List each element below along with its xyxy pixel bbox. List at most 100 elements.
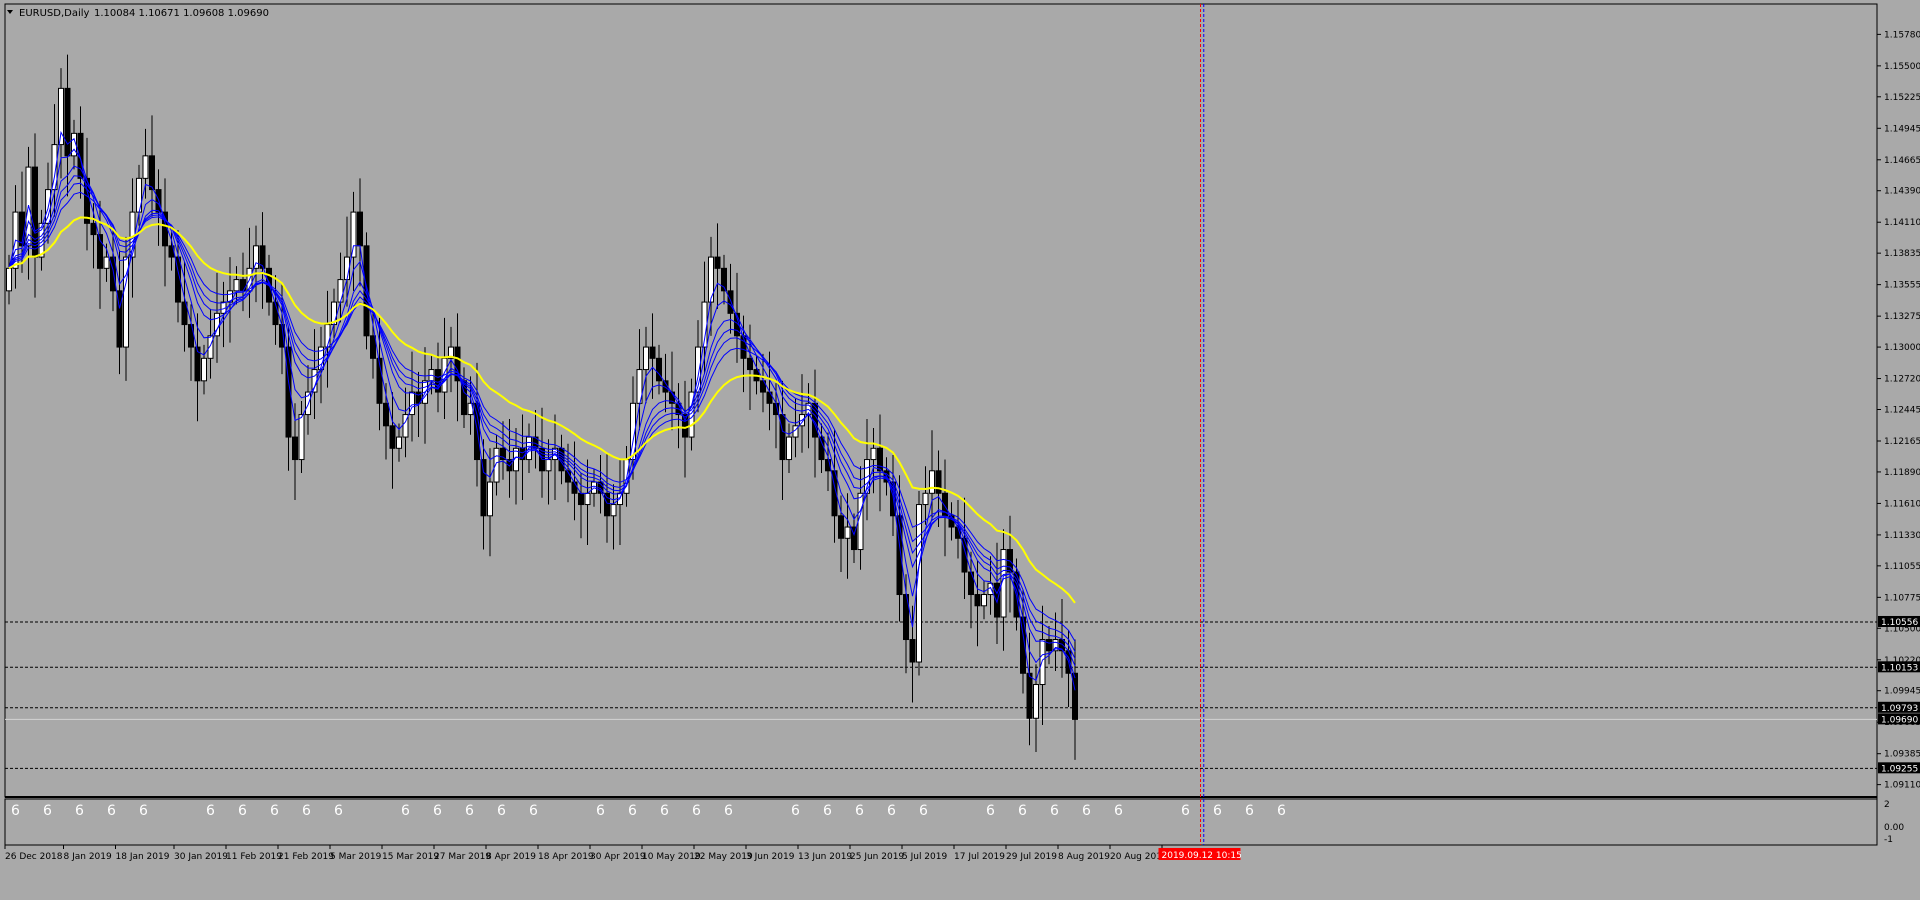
candle-body: [370, 335, 376, 359]
time-axis: 26 Dec 2018 8 Jan 2019 18 Jan 2019 30 Jan 2…: [4, 845, 1188, 862]
subwindow-label: 6: [791, 803, 800, 819]
candle-body: [779, 414, 786, 461]
candle-body: [1046, 639, 1052, 652]
candle-body: [818, 436, 825, 461]
subwindow-label: 6: [692, 803, 701, 819]
price-tick-label: 1.11890: [1884, 468, 1920, 478]
price-tag-label: 1.09793: [1881, 704, 1918, 714]
time-tick-label: 8 Apr 2019: [486, 852, 536, 862]
candle-body: [656, 357, 662, 382]
subwindow-label: 6: [855, 803, 864, 819]
time-tick-label: 3 Jun 2019: [746, 852, 795, 862]
time-tick-label: 25 Jun 2019: [850, 852, 904, 862]
subwindow-label: 6: [1245, 803, 1254, 819]
price-tag-label: 1.09255: [1881, 764, 1918, 774]
time-tick-label: 5 Jul 2019: [902, 852, 947, 862]
candle-body: [129, 211, 136, 258]
candle-body: [649, 346, 656, 359]
candle-body: [727, 290, 734, 314]
subwindow-tick-label: 0.00: [1884, 823, 1904, 833]
price-tick-label: 1.12165: [1884, 437, 1920, 447]
subwindow-label: 6: [1213, 803, 1222, 819]
price-tag-label: 1.10153: [1881, 663, 1918, 673]
subwindow-label: 6: [660, 803, 669, 819]
time-tick-label: 10 May 2019: [642, 852, 701, 862]
candle-body: [480, 459, 487, 517]
candle-body: [974, 594, 981, 607]
subwindow-label: 6: [1114, 803, 1123, 819]
candle-body: [298, 414, 305, 461]
subwindow-label: 6: [465, 803, 474, 819]
time-tag-label: 2019.09.12 10:15: [1162, 851, 1242, 861]
subwindow-label: 6: [75, 803, 84, 819]
candle-body: [571, 481, 578, 494]
subwindow-label: 6: [270, 803, 279, 819]
time-tick-label: 21 Feb 2019: [278, 852, 334, 862]
time-tick-label: 27 Mar 2019: [434, 852, 491, 862]
subwindow-label: 6: [43, 803, 52, 819]
candle-body: [350, 211, 357, 258]
candle-body: [493, 447, 500, 483]
price-tick-label: 1.13000: [1884, 343, 1920, 353]
price-tick-label: 1.13835: [1884, 249, 1920, 259]
candle-body: [324, 324, 331, 348]
subwindow-label: 6: [724, 803, 733, 819]
candle-body: [233, 279, 240, 292]
price-tick-label: 1.15225: [1884, 93, 1920, 103]
candle-body: [909, 639, 916, 663]
candle-body: [838, 515, 844, 539]
price-tick-label: 1.14945: [1884, 124, 1920, 134]
candle-body: [857, 492, 864, 551]
candle-body: [396, 436, 402, 449]
candle-body: [682, 414, 688, 438]
subwindow-label: 6: [628, 803, 637, 819]
subwindow-tick-label: -1: [1884, 835, 1893, 845]
candle-body: [870, 447, 877, 461]
candle-body: [337, 279, 344, 303]
subwindow-label: 6: [1050, 803, 1059, 819]
price-tick-label: 1.13275: [1884, 312, 1920, 322]
subwindow-label: 6: [919, 803, 928, 819]
time-tick-label: 30 Jan 2019: [174, 852, 228, 862]
candle-body: [357, 211, 363, 247]
time-tick-label: 30 Apr 2019: [590, 852, 646, 862]
subwindow-label: 6: [401, 803, 410, 819]
candlestick-chart[interactable]: EURUSD,Daily 1.10084 1.10671 1.09608 1.0…: [0, 0, 1920, 900]
candle-body: [929, 470, 935, 494]
time-tick-label: 17 Jul 2019: [954, 852, 1005, 862]
candle-body: [292, 436, 298, 461]
candle-body: [604, 492, 610, 517]
symbol-label: EURUSD,Daily: [19, 8, 90, 19]
subwindow-label: 6: [1277, 803, 1286, 819]
price-tick-label: 1.12720: [1884, 375, 1920, 385]
candle-body: [64, 87, 71, 157]
price-tick-label: 1.12445: [1884, 405, 1920, 415]
price-tick-label: 1.11055: [1884, 562, 1920, 572]
subwindow-label: 6: [986, 803, 995, 819]
subwindow-label: 6: [302, 803, 311, 819]
candle-body: [6, 267, 12, 292]
candle-body: [981, 594, 987, 607]
candle-body: [786, 436, 792, 461]
candle-body: [240, 279, 246, 292]
chart-window[interactable]: EURUSD,Daily 1.10084 1.10671 1.09608 1.0…: [0, 0, 1920, 900]
candle-body: [142, 155, 149, 179]
candle-body: [844, 526, 851, 539]
price-tick-label: 1.14665: [1884, 156, 1920, 166]
candle-body: [207, 335, 214, 359]
time-tick-label: 11 Feb 2019: [226, 852, 282, 862]
candle-body: [877, 447, 883, 472]
candle-body: [610, 504, 617, 517]
subwindow-label: 6: [887, 803, 896, 819]
price-tick-label: 1.11610: [1884, 499, 1920, 509]
time-tick-label: 18 Apr 2019: [538, 852, 594, 862]
price-tag-label: 1.10556: [1881, 618, 1918, 628]
candle-body: [584, 492, 591, 506]
candle-body: [90, 222, 97, 236]
time-tick-label: 29 Jul 2019: [1006, 852, 1057, 862]
price-tick-label: 1.14110: [1884, 218, 1920, 228]
time-tick-label: 18 Jan 2019: [116, 852, 170, 862]
candle-body: [32, 166, 38, 258]
price-tick-label: 1.15780: [1884, 30, 1920, 40]
indicator-subwindow[interactable]: [4, 798, 1878, 846]
